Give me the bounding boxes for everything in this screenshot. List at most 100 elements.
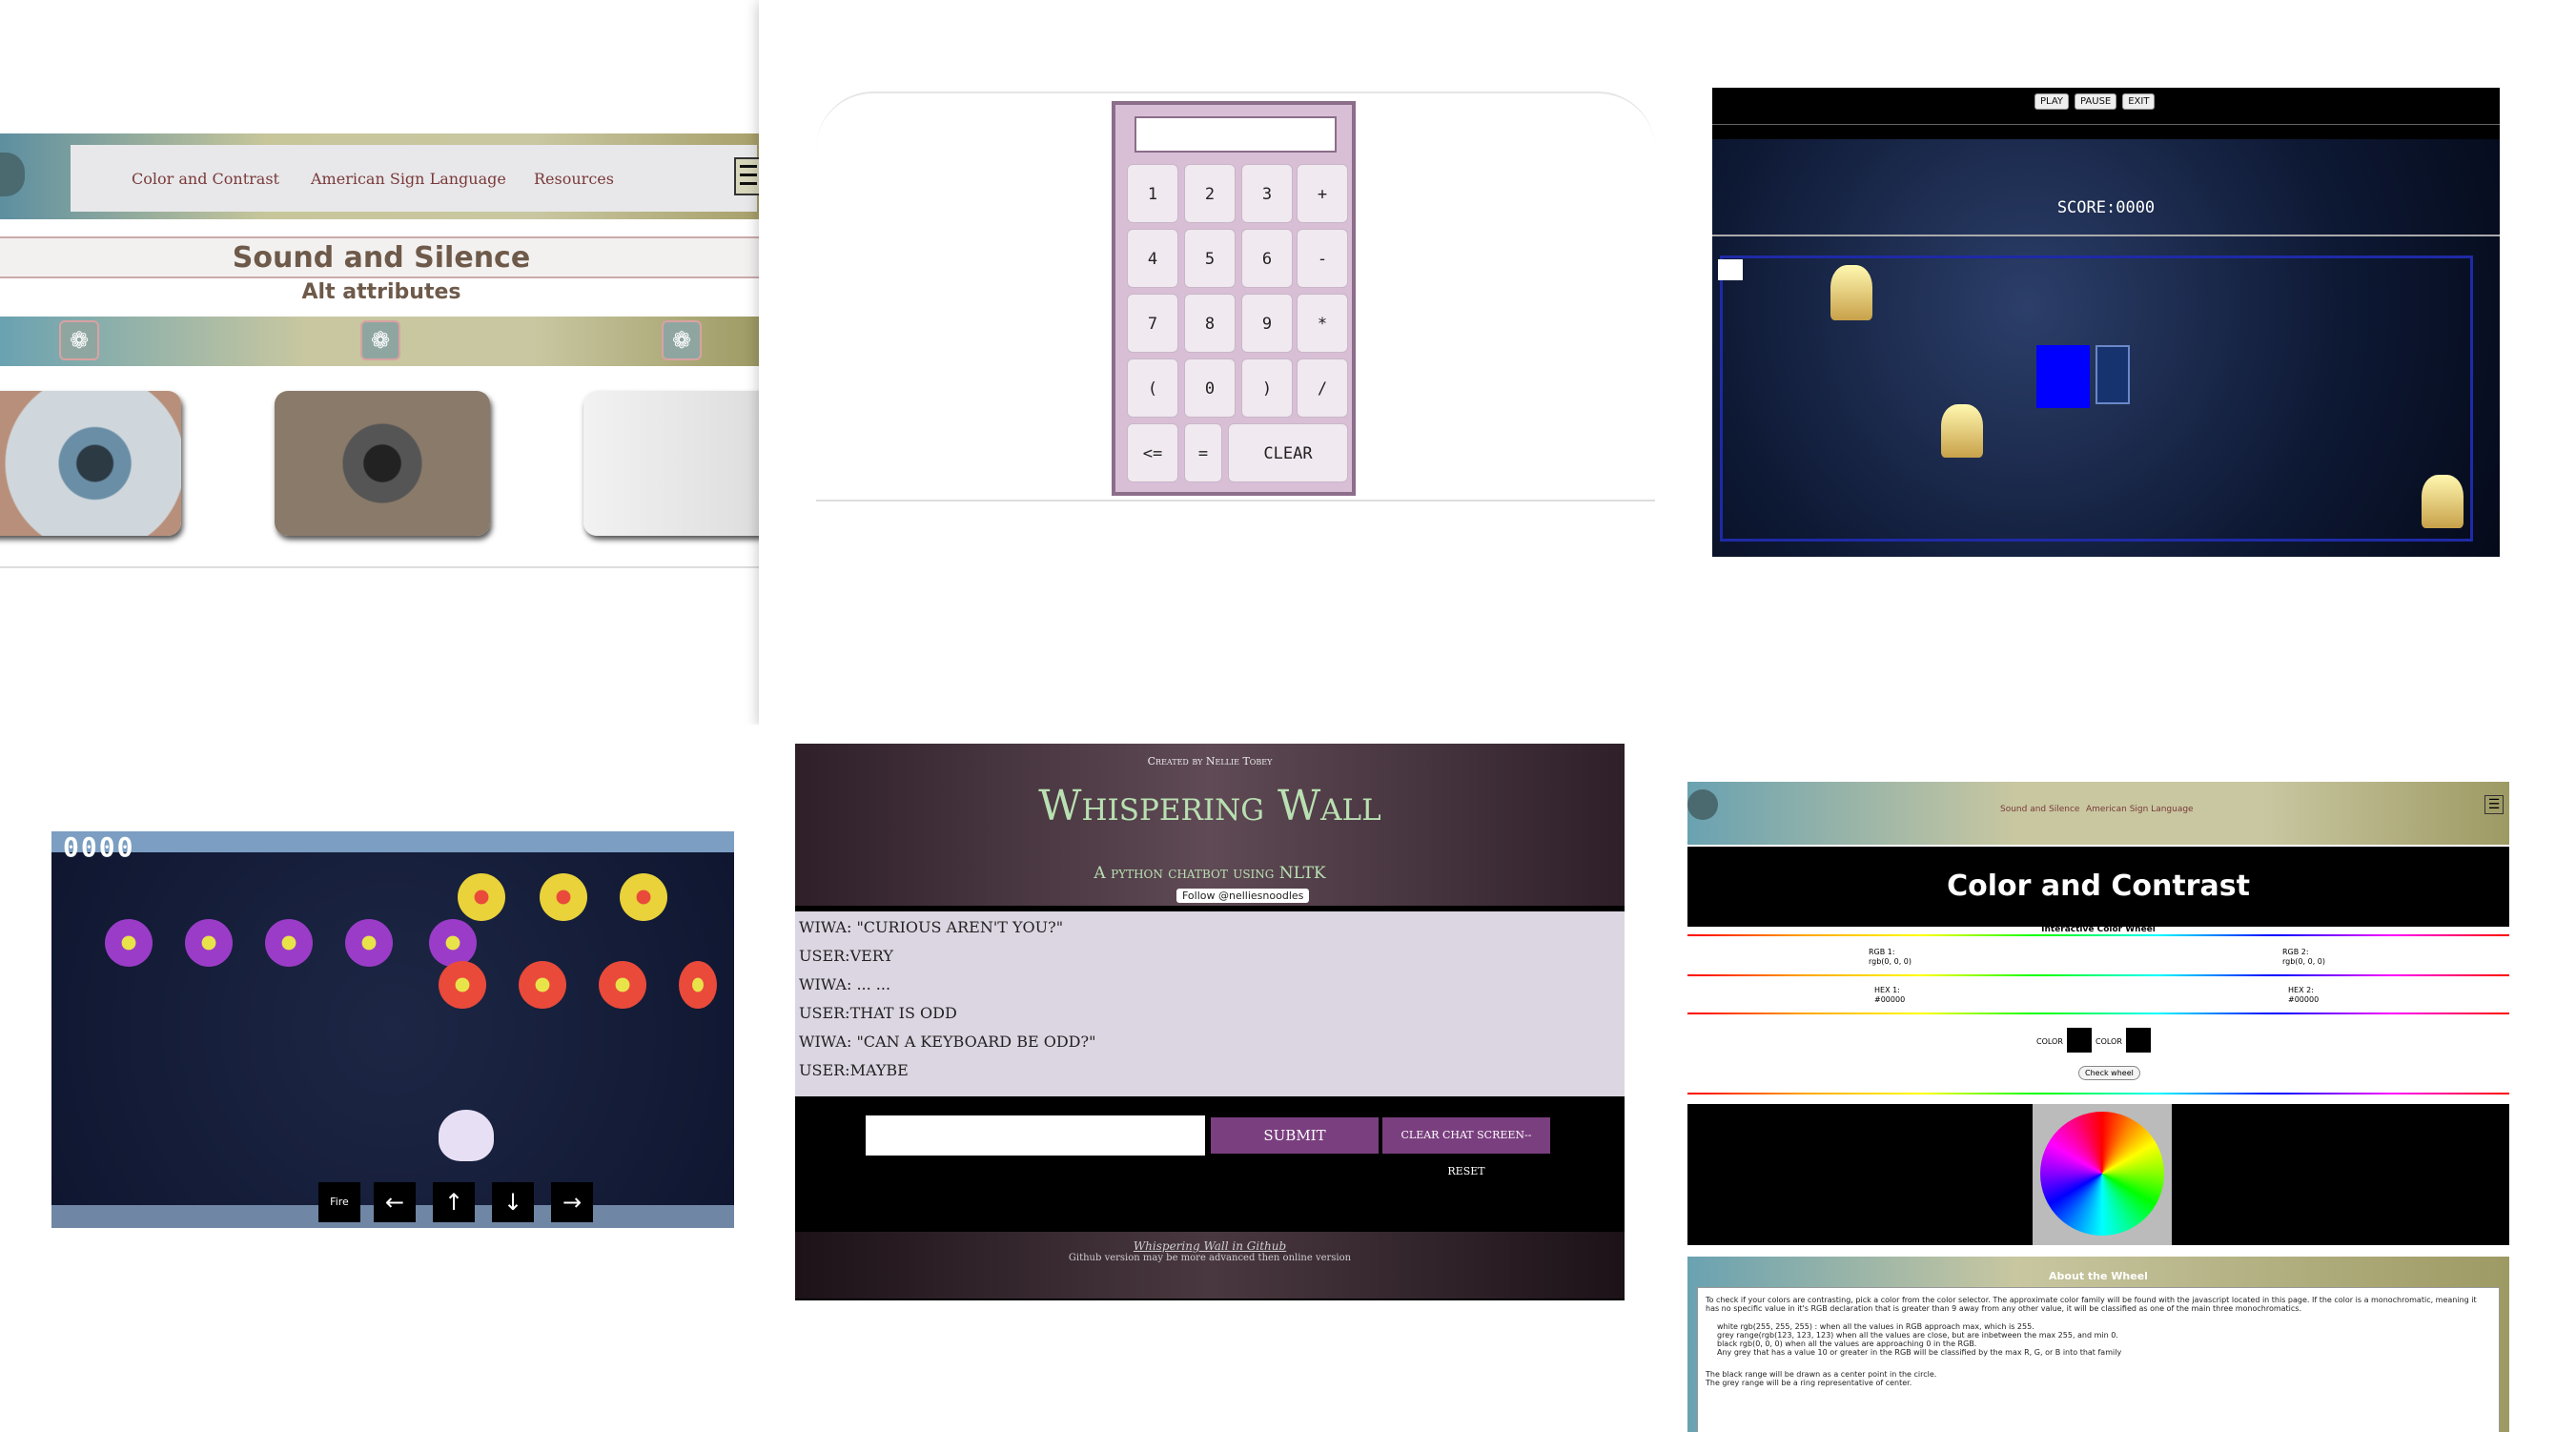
color-wheel[interactable] [2033, 1104, 2172, 1245]
key-divide[interactable]: / [1297, 358, 1348, 418]
sound-silence-panel: Color and Contrast American Sign Languag… [0, 0, 763, 829]
key-clear[interactable]: CLEAR [1228, 423, 1348, 482]
arrow-left-icon[interactable]: ← [374, 1182, 416, 1222]
chat-log[interactable]: WIWA: "CURIOUS AREN'T YOU?" USER:VERY WI… [795, 906, 1625, 1096]
github-link[interactable]: Whispering Wall in Github [795, 1232, 1625, 1253]
bug-icon [345, 919, 393, 967]
key-5[interactable]: 5 [1184, 229, 1236, 288]
arrow-down-icon[interactable]: ↓ [492, 1182, 534, 1222]
key-9[interactable]: 9 [1241, 294, 1293, 353]
headphones-image[interactable] [583, 391, 763, 536]
key-4[interactable]: 4 [1127, 229, 1178, 288]
about-text: To check if your colors are contrasting,… [1706, 1296, 2477, 1313]
calculator-display[interactable] [1135, 116, 1337, 153]
github-follow-button[interactable]: Follow @nelliesnoodles [1176, 889, 1310, 903]
key-6[interactable]: 6 [1241, 229, 1293, 288]
chat-input[interactable] [866, 1115, 1205, 1156]
player-icon [439, 1110, 494, 1161]
hex2-label: HEX 2: [2288, 986, 2314, 994]
bug-icon [439, 961, 486, 1009]
chat-line: WIWA: "CURIOUS AREN'T YOU?" [799, 918, 1064, 936]
about-list-item: white rgb(255, 255, 255) : when all the … [1717, 1322, 2034, 1331]
color-picker-2[interactable] [2126, 1028, 2151, 1053]
bug-icon [599, 961, 646, 1009]
key-multiply[interactable]: * [1297, 294, 1348, 353]
hearing-icon[interactable]: ❁ [59, 320, 99, 360]
camera-image[interactable] [275, 391, 490, 536]
calculator: 1 2 3 + 4 5 6 - 7 8 9 * ( 0 ) / <= = CLE… [1112, 101, 1356, 496]
credit: Created by Nellie Tobey [1147, 755, 1273, 767]
key-minus[interactable]: - [1297, 229, 1348, 288]
dalek-icon [1830, 265, 1872, 320]
pause-button[interactable]: PAUSE [2075, 93, 2117, 110]
rgb2-label: RGB 2: [2282, 948, 2309, 956]
bug-icon [458, 873, 505, 921]
score-display: SCORE:0000 [2056, 198, 2156, 217]
tardis-icon [2096, 345, 2130, 404]
about-list-item: Any grey that has a value 10 or greater … [1717, 1348, 2122, 1357]
hearing-icon[interactable]: ❁ [360, 320, 400, 360]
game-controls: PLAY PAUSE EXIT [2034, 93, 2156, 110]
key-open-paren[interactable]: ( [1127, 358, 1178, 418]
chat-line: USER:THAT IS ODD [799, 1004, 957, 1022]
wheel-area [1687, 1104, 2509, 1245]
page-subtitle: Alt attributes [301, 280, 461, 304]
key-backspace[interactable]: <= [1127, 423, 1178, 482]
hearing-icon[interactable]: ❁ [662, 320, 702, 360]
color-label: COLOR [2096, 1037, 2122, 1046]
about-list-item: black rgb(0, 0, 0) when all the values a… [1717, 1340, 1977, 1348]
bug-icon [429, 919, 477, 967]
divider [1712, 235, 2500, 236]
wheel-label: Interactive Color Wheel [2041, 925, 2156, 934]
check-wheel-button[interactable]: Check wheel [2078, 1066, 2140, 1080]
footer: Whispering Wall in Github Github version… [795, 1232, 1625, 1299]
eye-image[interactable] [0, 391, 181, 536]
rainbow-divider [1687, 974, 2509, 976]
fire-button[interactable]: Fire [318, 1182, 360, 1222]
nav-link-asl[interactable]: American Sign Language [2086, 805, 2194, 814]
divider [0, 566, 763, 568]
nav-link-sound[interactable]: Sound and Silence [2000, 805, 2079, 814]
rgb2-value: rgb(0, 0, 0) [2282, 957, 2325, 966]
dalek-icon [1941, 404, 1983, 458]
play-button[interactable]: PLAY [2034, 93, 2070, 110]
key-0[interactable]: 0 [1184, 358, 1236, 418]
nav-link-color[interactable]: Color and Contrast [132, 170, 279, 188]
key-7[interactable]: 7 [1127, 294, 1178, 353]
hex2-value: #00000 [2288, 995, 2320, 1004]
bug-icon [679, 961, 717, 1009]
bug-icon [620, 873, 667, 921]
key-8[interactable]: 8 [1184, 294, 1236, 353]
color-label: COLOR [2036, 1037, 2063, 1046]
arrow-up-icon[interactable]: ↑ [433, 1182, 475, 1222]
about-list-item: grey range(rgb(123, 123, 123) when all t… [1717, 1331, 2118, 1340]
whispering-wall-panel: Created by Nellie Tobey Whispering Wall … [734, 725, 1716, 1432]
page-title: Color and Contrast [1687, 847, 2509, 927]
app-title: Whispering Wall [1038, 782, 1381, 830]
dalek-icon [2422, 475, 2464, 528]
bug-icon [105, 919, 153, 967]
page-title: Sound and Silence [0, 236, 763, 278]
key-plus[interactable]: + [1297, 164, 1348, 223]
color-picker-1[interactable] [2067, 1028, 2092, 1053]
key-close-paren[interactable]: ) [1241, 358, 1293, 418]
key-1[interactable]: 1 [1127, 164, 1178, 223]
clear-button[interactable]: CLEAR CHAT SCREEN--RESET [1382, 1117, 1550, 1177]
logo-icon[interactable] [1687, 789, 1718, 820]
arrow-right-icon[interactable]: → [551, 1182, 593, 1222]
key-equals[interactable]: = [1184, 423, 1222, 482]
exit-button[interactable]: EXIT [2122, 93, 2156, 110]
chat-line: USER:MAYBE [799, 1061, 909, 1079]
nav-link-asl[interactable]: American Sign Language [311, 170, 506, 188]
key-3[interactable]: 3 [1241, 164, 1293, 223]
tagline: A python chatbot using NLTK [1094, 864, 1326, 883]
bug-icon [540, 873, 587, 921]
chat-line: WIWA: ... ... [799, 975, 891, 993]
about-title: About the Wheel [2049, 1270, 2148, 1282]
key-2[interactable]: 2 [1184, 164, 1236, 223]
menu-icon[interactable]: ☰ [2484, 795, 2504, 814]
nav-link-resources[interactable]: Resources [534, 170, 614, 188]
insect-game-panel: 0000 Fire ← ↑ ↓ → [0, 831, 744, 1422]
submit-button[interactable]: SUBMIT [1211, 1117, 1379, 1154]
about-after: The grey range will be a ring representa… [1706, 1379, 1912, 1387]
